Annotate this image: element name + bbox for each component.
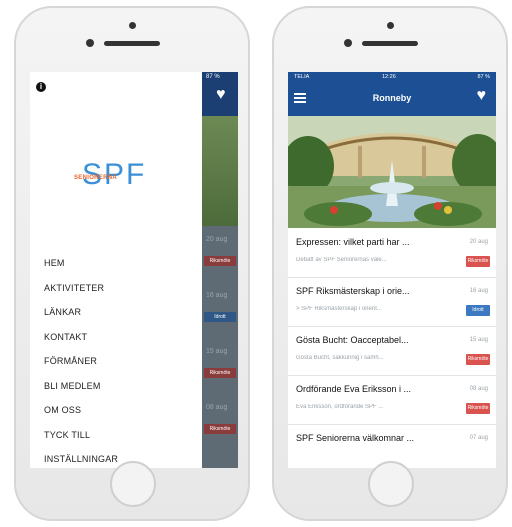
news-title: SPF Riksmästerskap i orie...	[296, 286, 410, 296]
list-item[interactable]: Ordförande Eva Eriksson i ... 08 aug Eva…	[288, 375, 496, 425]
row-date: 16 aug	[206, 292, 228, 299]
dimmed-row: 08 aug Riksmöte	[202, 394, 238, 450]
earpiece-speaker	[104, 41, 160, 46]
news-date: 20 aug	[469, 239, 488, 245]
home-button[interactable]	[368, 461, 414, 507]
news-date: 16 aug	[469, 288, 488, 294]
dimmed-hero-image	[202, 116, 238, 226]
row-date: 20 aug	[206, 236, 228, 243]
row-date: 15 aug	[206, 348, 228, 355]
news-tag: Riksmöte	[466, 354, 490, 365]
sensor	[344, 39, 352, 47]
news-snippet: Gösta Bucht, sakkunnig i samh...	[296, 355, 384, 361]
row-tag: Riksmöte	[204, 368, 236, 378]
status-battery: 87 %	[206, 74, 220, 80]
row-tag: Riksmöte	[204, 424, 236, 434]
row-tag: Idrott	[204, 312, 236, 322]
news-date: 15 aug	[469, 337, 488, 343]
navigation-drawer: i SPF SENIORERNA HEM AKTIVITETER LÄNKAR …	[30, 72, 202, 468]
menu-item-installningar[interactable]: INSTÄLLNINGAR	[44, 454, 118, 468]
news-tag: Idrott	[466, 305, 490, 316]
front-camera	[129, 22, 136, 29]
news-title: SPF Seniorerna välkomnar ...	[296, 433, 415, 443]
news-title: Expressen: vilket parti har ...	[296, 237, 410, 247]
logo-subtitle: SENIORERNA	[74, 175, 118, 181]
news-title: Gösta Bucht: Oacceptabel...	[296, 335, 409, 345]
page-title: Ronneby	[372, 93, 412, 103]
phone-right: TELIA 12:26 87 % Ronneby ♥ Expressen: vi…	[272, 6, 508, 521]
dimmed-header: 87 % ♥	[202, 72, 238, 116]
earpiece-speaker	[362, 41, 418, 46]
news-title: Ordförande Eva Eriksson i ...	[296, 384, 412, 394]
hero-image	[288, 116, 496, 228]
row-date: 08 aug	[206, 404, 228, 411]
news-tag: Riksmöte	[466, 403, 490, 414]
list-item[interactable]: Expressen: vilket parti har ... 20 aug D…	[288, 228, 496, 278]
menu-item-formaner[interactable]: FÖRMÅNER	[44, 356, 118, 381]
sensor	[86, 39, 94, 47]
screen-left: 87 % ♥ 20 aug Riksmöte 16 aug Idrott 15 …	[30, 72, 238, 468]
phone-left: 87 % ♥ 20 aug Riksmöte 16 aug Idrott 15 …	[14, 6, 250, 521]
app-header: TELIA 12:26 87 % Ronneby ♥	[288, 72, 496, 116]
drawer-menu: HEM AKTIVITETER LÄNKAR KONTAKT FÖRMÅNER …	[44, 258, 118, 468]
menu-item-lankar[interactable]: LÄNKAR	[44, 307, 118, 332]
menu-item-om-oss[interactable]: OM OSS	[44, 405, 118, 430]
list-item[interactable]: SPF Riksmästerskap i orie... 16 aug > SP…	[288, 277, 496, 327]
park-fountain-image	[288, 116, 496, 228]
dimmed-row: 15 aug Riksmöte	[202, 338, 238, 394]
screen-right: TELIA 12:26 87 % Ronneby ♥ Expressen: vi…	[288, 72, 496, 468]
list-item[interactable]: Gösta Bucht: Oacceptabel... 15 aug Gösta…	[288, 326, 496, 376]
menu-item-kontakt[interactable]: KONTAKT	[44, 332, 118, 357]
news-snippet: Debatt av SPF Seniorernas vale...	[296, 257, 387, 263]
news-snippet: Eva Eriksson, ordförande SPF ...	[296, 404, 384, 410]
news-tag: Riksmöte	[466, 256, 490, 267]
spf-logo: SPF SENIORERNA	[70, 160, 154, 200]
status-carrier: TELIA	[294, 74, 310, 80]
heart-icon[interactable]: ♥	[477, 87, 487, 105]
heart-icon[interactable]: ♥	[216, 86, 226, 104]
menu-item-tyck-till[interactable]: TYCK TILL	[44, 430, 118, 455]
status-battery: 87 %	[477, 74, 490, 80]
news-snippet: > SPF Riksmästerskap i orient...	[296, 306, 382, 312]
home-button[interactable]	[110, 461, 156, 507]
row-tag: Riksmöte	[204, 256, 236, 266]
menu-item-aktiviteter[interactable]: AKTIVITETER	[44, 283, 118, 308]
status-time: 12:26	[382, 74, 396, 80]
dimmed-row: 16 aug Idrott	[202, 282, 238, 338]
front-camera	[387, 22, 394, 29]
news-date: 08 aug	[469, 386, 488, 392]
dimmed-content[interactable]: 87 % ♥ 20 aug Riksmöte 16 aug Idrott 15 …	[202, 72, 238, 468]
news-date: 07 aug	[469, 435, 488, 441]
menu-item-bli-medlem[interactable]: BLI MEDLEM	[44, 381, 118, 406]
info-icon[interactable]: i	[36, 82, 46, 92]
dimmed-row: 20 aug Riksmöte	[202, 226, 238, 282]
menu-item-hem[interactable]: HEM	[44, 258, 118, 283]
